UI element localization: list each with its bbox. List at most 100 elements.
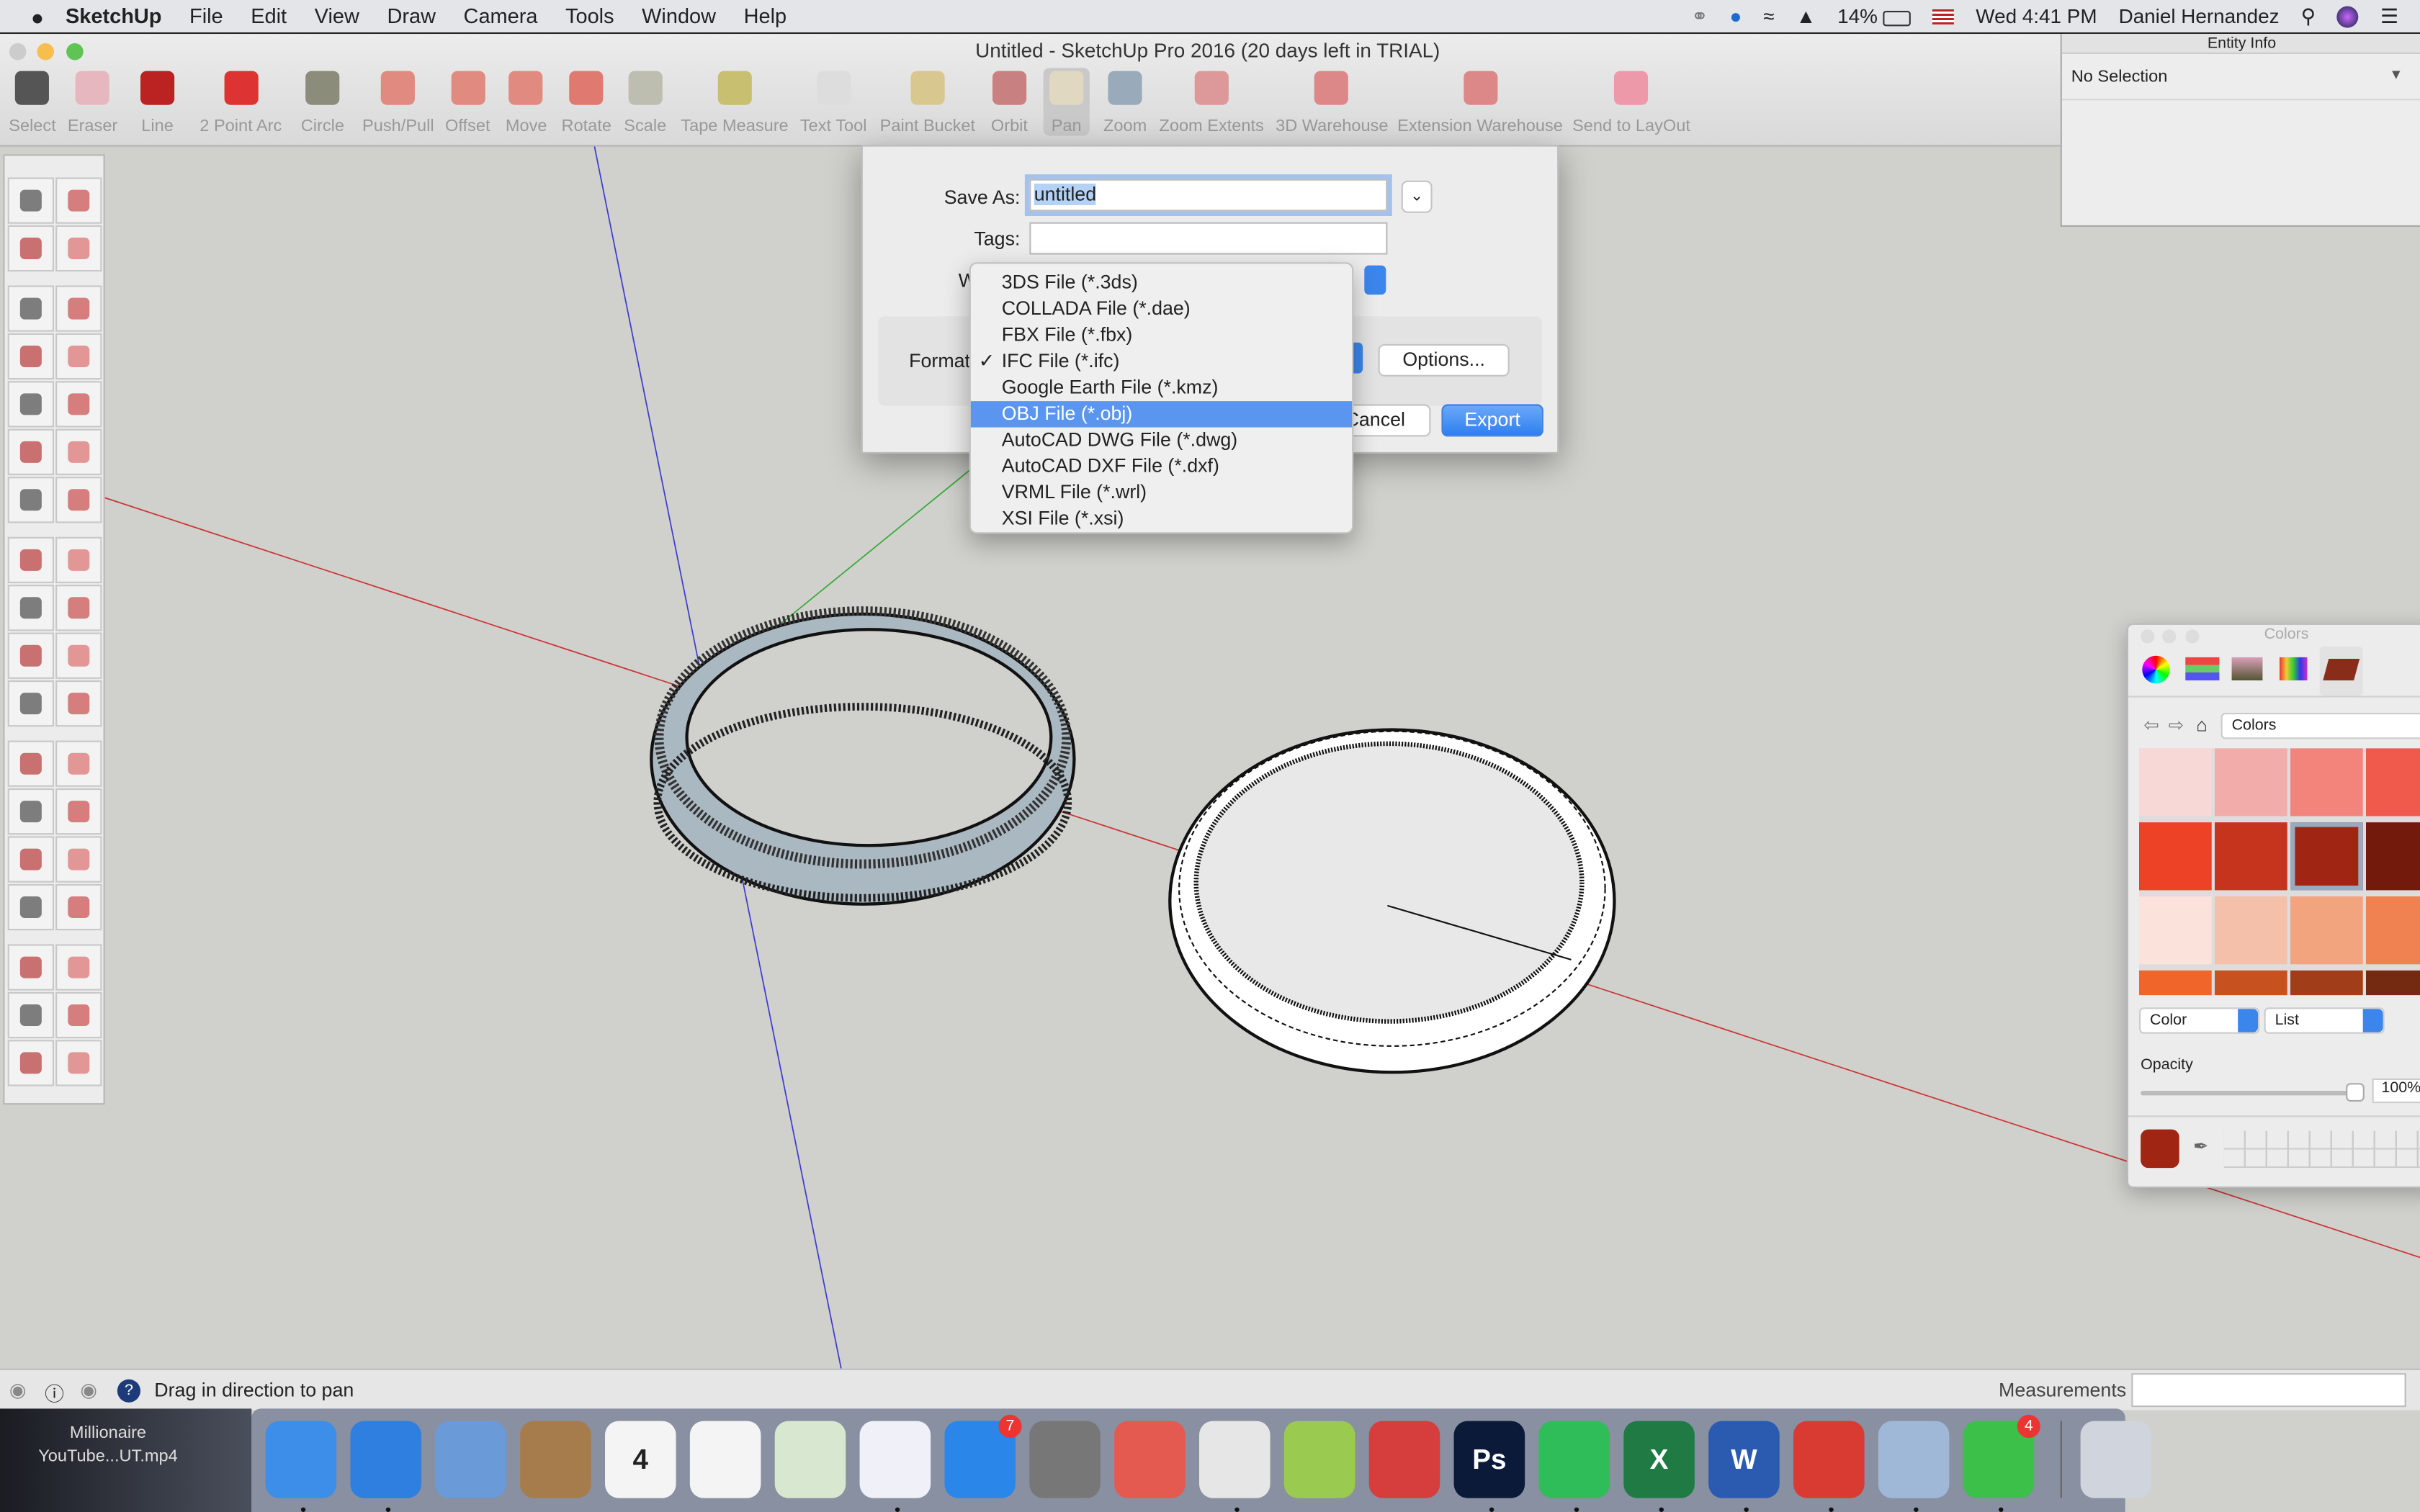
wifi-icon[interactable]: ≈ [1763,4,1774,27]
palette-zoom-window-button[interactable] [55,883,102,931]
view-select[interactable]: List [2264,1007,2385,1034]
palette-protractor-button[interactable] [7,740,54,787]
tool-orbit[interactable]: Orbit [991,68,1028,136]
format-option[interactable]: FBX File (*.fbx) [971,323,1352,348]
saved-swatches[interactable] [2223,1130,2420,1169]
dock-preview[interactable] [1878,1421,1950,1512]
colors-close-button[interactable] [2141,629,2155,644]
battery-icon[interactable] [1883,10,1912,26]
tool-warehouse[interactable]: 3D Warehouse [1276,68,1388,136]
dock-autocad-2[interactable] [1368,1421,1440,1498]
palette-rectangle-button[interactable] [7,333,54,380]
format-option[interactable]: ✓ IFC File (*.ifc) [971,348,1352,374]
color-swatch[interactable] [2290,896,2363,965]
palette-zoom-button[interactable] [7,883,54,931]
options-button[interactable]: Options... [1378,343,1510,377]
menu-help[interactable]: Help [744,4,786,27]
spotlight-search-icon[interactable]: ⚲ [2301,4,2316,28]
tool-extension-warehouse[interactable]: Extension Warehouse [1397,68,1563,136]
format-option[interactable]: VRML File (*.wrl) [971,480,1352,505]
dock-word[interactable]: W [1708,1421,1780,1512]
current-color-well[interactable] [2141,1129,2179,1169]
brick-palette-tab[interactable] [2319,646,2363,696]
color-swatch[interactable] [2139,970,2212,996]
color-swatch[interactable] [2290,970,2363,996]
color-swatch[interactable] [2139,896,2212,965]
palette-section-plane-button[interactable] [55,1040,102,1086]
format-option[interactable]: 3DS File (*.3ds) [971,270,1352,296]
palette-follow-me-button[interactable] [55,585,102,631]
color-swatch[interactable] [2215,970,2287,996]
menu-file[interactable]: File [189,4,223,27]
mode-select[interactable]: Color [2139,1007,2260,1034]
palette-select-button[interactable] [7,177,54,224]
dock-itunes[interactable] [859,1421,931,1512]
palette-polygon-button[interactable] [55,381,102,428]
tool-text[interactable]: Text Tool [800,68,866,136]
palette-pie-button[interactable] [55,477,102,523]
palette-rotate-button[interactable] [7,585,54,631]
home-icon[interactable]: ⌂ [2196,714,2208,736]
palette-previous-button[interactable] [55,944,102,991]
palette-tape-measure-button[interactable] [7,680,54,727]
palette-orbit-button[interactable] [7,836,54,883]
color-swatch[interactable] [2215,896,2287,965]
menu-edit[interactable]: Edit [251,4,287,27]
colors-zoom-button[interactable] [2185,629,2200,644]
export-button[interactable]: Export [1441,404,1543,437]
color-swatch[interactable] [2366,822,2420,891]
flag-icon[interactable] [1932,8,1955,24]
tool-push-pull[interactable]: Push/Pull [362,68,434,136]
color-swatch[interactable] [2366,970,2420,996]
color-swatch[interactable] [2215,748,2287,816]
credits-icon[interactable]: ⓘ [45,1378,64,1408]
dock-trash[interactable] [2080,1421,2152,1498]
image-palettes-tab[interactable] [2231,657,2263,680]
eyedropper-icon[interactable]: ✒ [2193,1135,2209,1157]
clock[interactable]: Wed 4:41 PM [1976,4,2097,27]
palette-arc-button[interactable] [7,428,54,475]
measurements-input[interactable] [2131,1373,2406,1408]
palette-look-around-button[interactable] [7,1040,54,1086]
format-option[interactable]: AutoCAD DXF File (*.dxf) [971,454,1352,480]
palette-text-button[interactable] [55,740,102,787]
tool-rotate[interactable]: Rotate [562,68,611,136]
siri-icon[interactable] [2337,5,2360,27]
tool-zoom[interactable]: Zoom [1103,68,1147,136]
dock-app-green[interactable] [1283,1421,1355,1498]
where-select-stepper[interactable] [1364,265,1386,295]
format-option[interactable]: OBJ File (*.obj) [970,401,1353,428]
menu-app[interactable]: SketchUp [66,4,161,27]
menu-draw[interactable]: Draw [387,4,436,27]
opacity-value[interactable]: 100% [2372,1078,2420,1104]
palette-position-camera-button[interactable] [7,991,54,1039]
left-ring-model[interactable] [650,606,1076,906]
dock-photoshop[interactable]: Ps [1453,1421,1525,1512]
dock-spotify[interactable] [1538,1421,1610,1512]
save-as-input[interactable]: untitled [1029,179,1388,212]
menu-camera[interactable]: Camera [464,4,538,27]
dock-photos[interactable] [689,1421,761,1498]
color-swatch[interactable] [2139,822,2212,891]
tool-eraser[interactable]: Eraser [68,68,117,136]
color-swatch[interactable] [2290,748,2363,816]
tool-arc[interactable]: 2 Point Arc [200,68,282,136]
color-swatch[interactable] [2139,748,2212,816]
palette-paint-button[interactable] [7,225,54,272]
dock-safari[interactable] [350,1421,421,1512]
apple-icon[interactable]: ● [31,4,44,28]
dock-finder[interactable] [265,1421,337,1512]
tool-paint-bucket[interactable]: Paint Bucket [880,68,975,136]
user-name[interactable]: Daniel Hernandez [2119,4,2280,27]
palette-component-button[interactable] [55,177,102,224]
color-wheel-tab[interactable] [2142,655,2170,684]
help-icon[interactable]: ? [117,1379,140,1403]
desktop-file-label-overlay[interactable]: Millionaire YouTube...UT.mp4 [19,1423,198,1469]
expand-icon[interactable]: ▼ [2389,66,2403,81]
tool-move[interactable]: Move [506,68,547,136]
color-swatch[interactable] [2366,896,2420,965]
user-icon[interactable]: ◉ [80,1378,97,1401]
tool-select-arrow[interactable]: Select [9,68,56,136]
palette-circle-button[interactable] [7,381,54,428]
palette-dimension-button[interactable] [55,680,102,727]
